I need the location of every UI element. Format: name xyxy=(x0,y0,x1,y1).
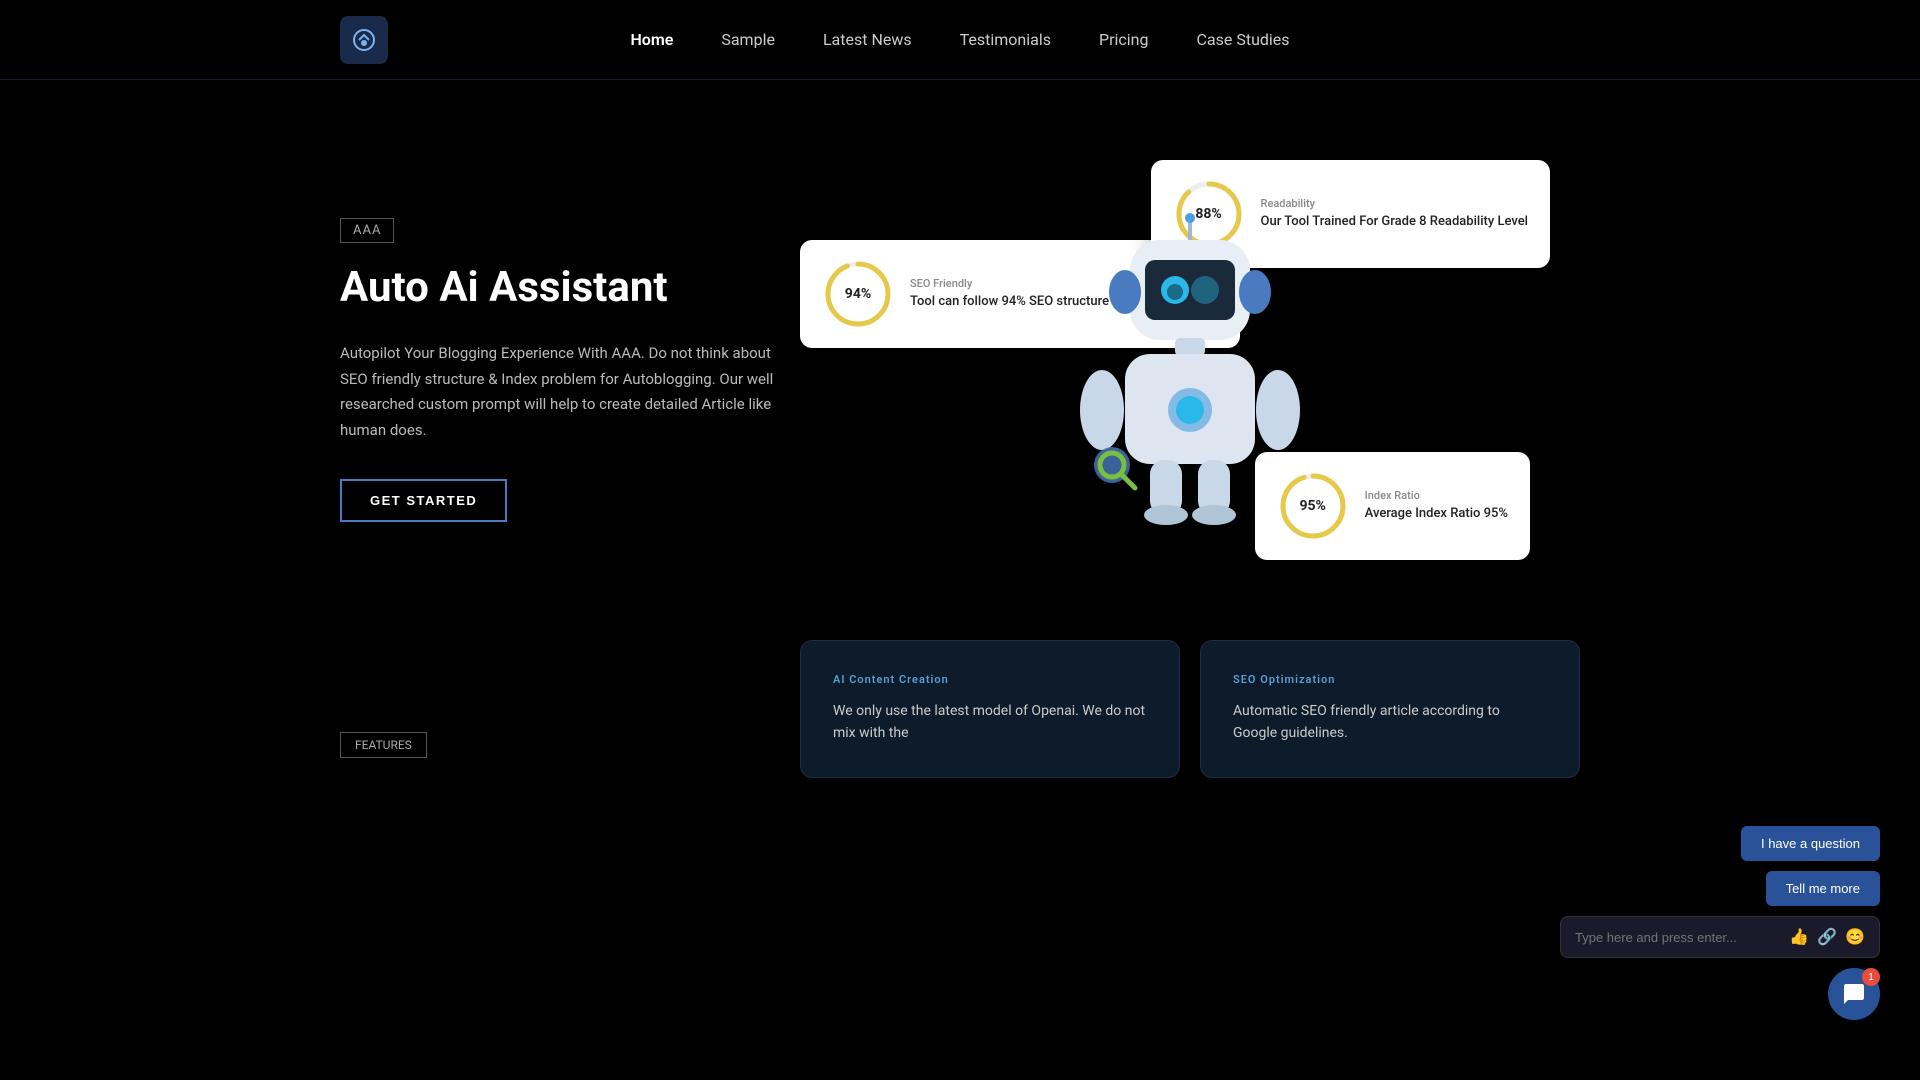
tell-more-button[interactable]: Tell me more xyxy=(1766,871,1880,906)
logo-icon xyxy=(340,16,388,64)
like-icon[interactable]: 👍 xyxy=(1789,927,1809,947)
chat-badge: 1 xyxy=(1862,968,1880,986)
nav-links: Home Sample Latest News Testimonials Pri… xyxy=(630,30,1289,49)
ai-card-desc: We only use the latest model of Openai. … xyxy=(833,700,1147,745)
seo-card-label: SEO Optimization xyxy=(1233,673,1547,686)
emoji-icon[interactable]: 😊 xyxy=(1845,927,1865,947)
logo[interactable] xyxy=(340,16,388,64)
hero-right: 94% SEO Friendly Tool can follow 94% SEO… xyxy=(800,160,1580,580)
navbar: Home Sample Latest News Testimonials Pri… xyxy=(0,0,1920,80)
robot-figure xyxy=(1060,210,1320,530)
nav-latest-news[interactable]: Latest News xyxy=(823,30,912,49)
nav-sample[interactable]: Sample xyxy=(721,30,775,49)
nav-testimonials[interactable]: Testimonials xyxy=(960,30,1051,49)
seo-percent: 94% xyxy=(845,286,871,302)
nav-case-studies[interactable]: Case Studies xyxy=(1197,30,1290,49)
readability-label: Readability xyxy=(1261,197,1528,210)
index-info: Index Ratio Average Index Ratio 95% xyxy=(1365,489,1508,523)
hero-title: Auto Ai Assistant xyxy=(340,263,800,313)
feature-card-ai: AI Content Creation We only use the late… xyxy=(800,640,1180,778)
seo-card-desc: Automatic SEO friendly article according… xyxy=(1233,700,1547,745)
feature-card-seo: SEO Optimization Automatic SEO friendly … xyxy=(1200,640,1580,778)
hero-section: AAA Auto Ai Assistant Autopilot Your Blo… xyxy=(0,80,1920,640)
index-label: Index Ratio xyxy=(1365,489,1508,502)
hero-left: AAA Auto Ai Assistant Autopilot Your Blo… xyxy=(340,218,800,522)
feature-cards-section: AI Content Creation We only use the late… xyxy=(340,640,1580,778)
chat-widget: I have a question Tell me more 👍 🔗 😊 1 xyxy=(1560,826,1880,1020)
index-desc: Average Index Ratio 95% xyxy=(1365,505,1508,523)
chat-input-row: 👍 🔗 😊 xyxy=(1560,916,1880,958)
chat-input[interactable] xyxy=(1575,930,1779,945)
get-started-button[interactable]: GET STARTED xyxy=(340,479,507,522)
chat-icons: 👍 🔗 😊 xyxy=(1789,927,1865,947)
hero-description: Autopilot Your Blogging Experience With … xyxy=(340,341,800,443)
question-button[interactable]: I have a question xyxy=(1741,826,1880,861)
chat-launcher-button[interactable]: 1 xyxy=(1828,968,1880,1020)
aaa-badge: AAA xyxy=(340,218,394,243)
ai-card-label: AI Content Creation xyxy=(833,673,1147,686)
link-icon[interactable]: 🔗 xyxy=(1817,927,1837,947)
nav-pricing[interactable]: Pricing xyxy=(1099,30,1149,49)
features-badge: FEATURES xyxy=(340,732,427,758)
seo-circle: 94% xyxy=(822,258,894,330)
nav-home[interactable]: Home xyxy=(630,30,673,49)
